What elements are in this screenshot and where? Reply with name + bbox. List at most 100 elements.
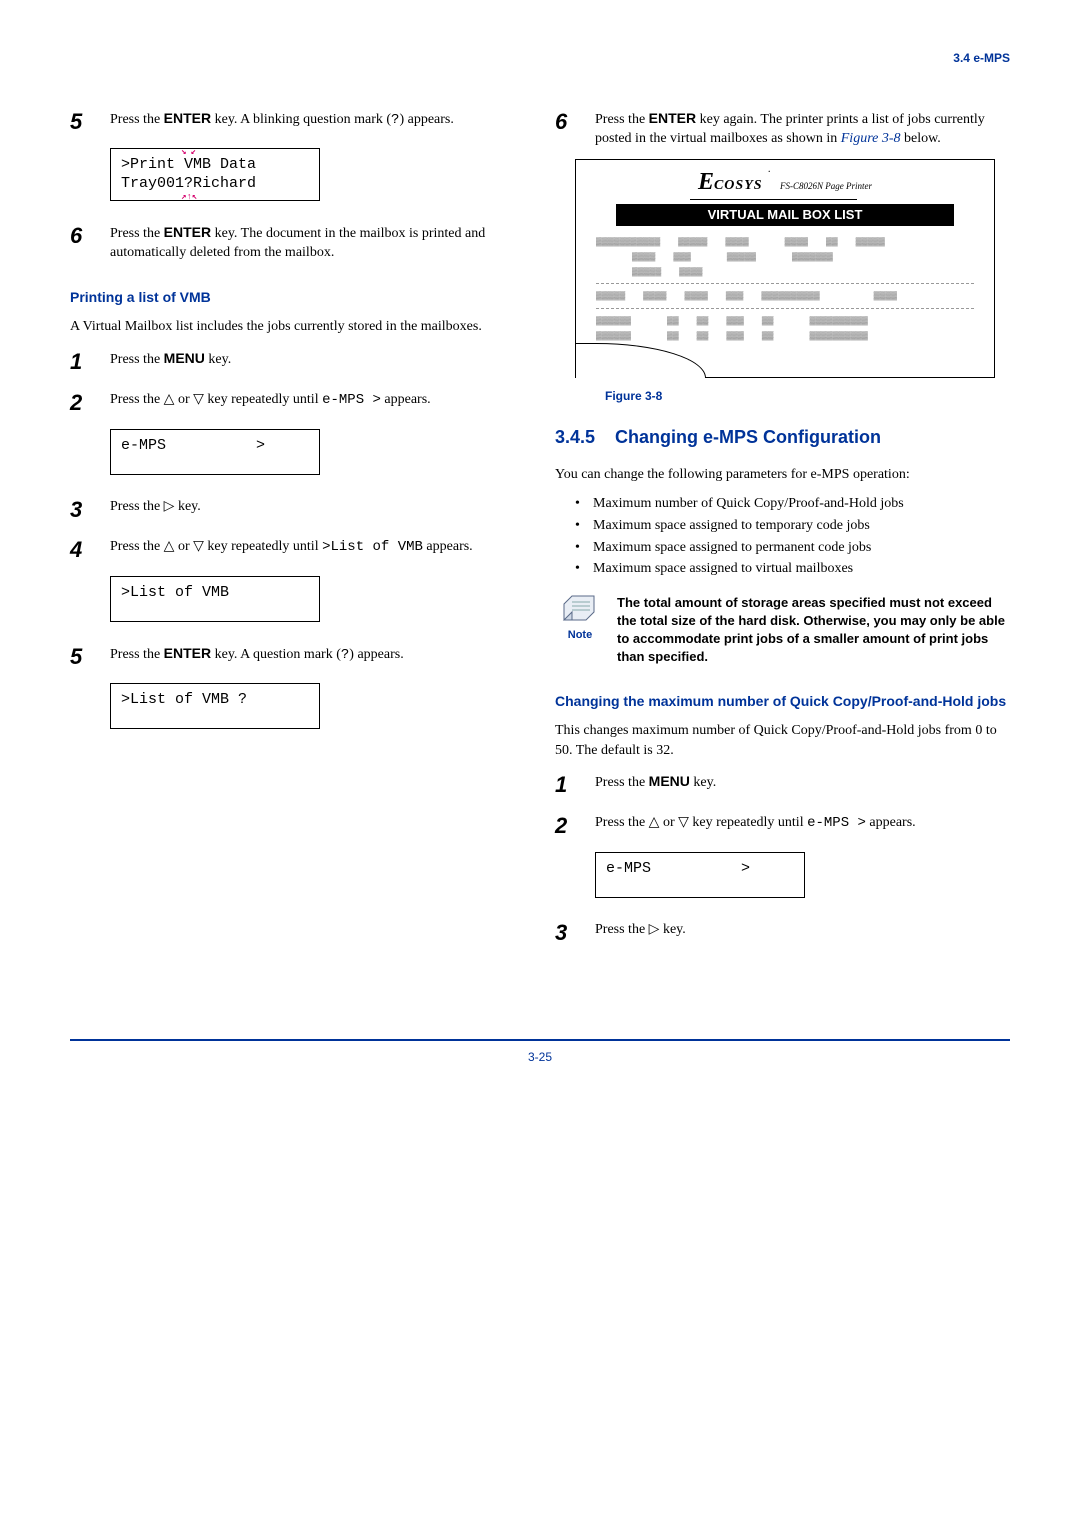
two-column-layout: 5 Press the ENTER key. A blinking questi… <box>70 107 1010 959</box>
lcd-char: V <box>184 156 193 173</box>
text: or <box>174 539 193 554</box>
text: key. <box>690 775 716 790</box>
step-number: 2 <box>70 388 110 419</box>
step-number: 1 <box>70 347 110 378</box>
note-block: Note The total amount of storage areas s… <box>555 594 1010 667</box>
step-number: 2 <box>555 811 595 842</box>
step-3: 3 Press the ▷ key. <box>70 495 525 526</box>
key-name: ENTER <box>164 645 211 661</box>
lcd-line2b: Richard <box>193 175 256 192</box>
triangle-right-icon: ▷ <box>164 497 175 517</box>
heading-3-4-5: 3.4.5 Changing e-MPS Configuration <box>555 425 1010 450</box>
step-5b: 5 Press the ENTER key. A question mark (… <box>70 642 525 673</box>
key-name: ENTER <box>164 110 211 126</box>
figure-3-8: ECOSYS. FS-C8026N Page Printer VIRTUAL M… <box>575 159 995 378</box>
right-column: 6 Press the ENTER key again. The printer… <box>555 107 1010 959</box>
triangle-up-icon: △ <box>649 813 660 833</box>
text: key. <box>659 922 685 937</box>
text: key. <box>174 499 200 514</box>
step-text: Press the ENTER key. A blinking question… <box>110 107 454 131</box>
brand-e: E <box>698 169 714 195</box>
note-icon-wrap: Note <box>555 594 605 643</box>
text: below. <box>901 131 941 146</box>
step-6: 6 Press the ENTER key. The document in t… <box>70 221 525 263</box>
text: ) appears. <box>399 112 453 127</box>
key-name: ENTER <box>164 224 211 240</box>
step-3c: 3 Press the ▷ key. <box>555 918 1010 949</box>
text: appears. <box>423 539 473 554</box>
text: Press the <box>110 352 164 367</box>
heading-number: 3.4.5 <box>555 425 595 450</box>
step-text: Press the MENU key. <box>110 347 231 370</box>
text: appears. <box>381 392 431 407</box>
triangle-down-icon: ▽ <box>678 813 689 833</box>
key-name: ENTER <box>649 110 696 126</box>
lcd-display: >Print ↘↙VMB Data Tray001?↗↑↖Richard <box>110 148 320 201</box>
note-text: The total amount of storage areas specif… <box>617 594 1010 667</box>
text: Press the <box>110 499 164 514</box>
text: key. A question mark ( <box>211 647 341 662</box>
step-number: 6 <box>70 221 110 252</box>
figure-title-bar: VIRTUAL MAIL BOX LIST <box>616 204 954 226</box>
lcd-line1b: MB Data <box>193 156 256 173</box>
figure-header: ECOSYS. FS-C8026N Page Printer <box>576 160 994 200</box>
paragraph: You can change the following parameters … <box>555 465 1010 485</box>
lcd-line2a: Tray001 <box>121 175 184 192</box>
mono-text: >List of VMB <box>322 539 423 555</box>
step-2: 2 Press the △ or ▽ key repeatedly until … <box>70 388 525 419</box>
lcd-char: ? <box>184 175 193 192</box>
step-1c: 1 Press the MENU key. <box>555 770 1010 801</box>
step-number: 5 <box>70 107 110 138</box>
page-footer: 3-25 <box>70 1039 1010 1066</box>
step-number: 4 <box>70 535 110 566</box>
page-header-section: 3.4 e-MPS <box>70 50 1010 67</box>
figure-link[interactable]: Figure 3-8 <box>841 131 901 146</box>
step-number: 3 <box>555 918 595 949</box>
step-text: Press the MENU key. <box>595 770 716 793</box>
step-text: Press the △ or ▽ key repeatedly until e-… <box>110 388 431 411</box>
blink-arrows-icon: ↗↑↖ <box>181 195 196 199</box>
text: Press the <box>110 392 164 407</box>
text: key. <box>205 352 231 367</box>
lcd-display: e-MPS > <box>110 429 320 475</box>
figure-content: ▓▓▓▓▓▓▓▓▓▓▓▓▓▓▓▓▓▓▓▓ ▓▓▓▓▓▓▓▓▓▓▓ ▓▓▓▓▓▓▓… <box>576 230 994 347</box>
key-name: MENU <box>649 773 690 789</box>
printer-model: FS-C8026N Page Printer <box>780 180 872 193</box>
text: key repeatedly until <box>689 815 807 830</box>
triangle-right-icon: ▷ <box>649 920 660 940</box>
step-text: Press the △ or ▽ key repeatedly until e-… <box>595 811 916 834</box>
text: Press the <box>110 112 164 127</box>
text: key. A blinking question mark ( <box>211 112 391 127</box>
step-text: Press the △ or ▽ key repeatedly until >L… <box>110 535 473 558</box>
lcd-display: >List of VMB <box>110 576 320 622</box>
heading-quick-copy: Changing the maximum number of Quick Cop… <box>555 692 1010 712</box>
left-column: 5 Press the ENTER key. A blinking questi… <box>70 107 525 959</box>
triangle-up-icon: △ <box>164 537 175 557</box>
text: Press the <box>595 775 649 790</box>
step-text: Press the ENTER key. The document in the… <box>110 221 525 263</box>
step-4: 4 Press the △ or ▽ key repeatedly until … <box>70 535 525 566</box>
list-item: Maximum number of Quick Copy/Proof-and-H… <box>575 494 1010 514</box>
step-1: 1 Press the MENU key. <box>70 347 525 378</box>
triangle-up-icon: △ <box>164 390 175 410</box>
note-label: Note <box>555 628 605 643</box>
key-name: MENU <box>164 350 205 366</box>
step-number: 1 <box>555 770 595 801</box>
triangle-down-icon: ▽ <box>193 390 204 410</box>
text: Press the <box>595 922 649 937</box>
step-number: 5 <box>70 642 110 673</box>
text: Press the <box>595 112 649 127</box>
lcd-display: >List of VMB ? <box>110 683 320 729</box>
step-text: Press the ENTER key. A question mark (?)… <box>110 642 404 666</box>
blink-char: ↘↙V <box>184 155 193 175</box>
heading-printing-vmb: Printing a list of VMB <box>70 288 525 308</box>
step-2c: 2 Press the △ or ▽ key repeatedly until … <box>555 811 1010 842</box>
triangle-down-icon: ▽ <box>193 537 204 557</box>
figure-caption: Figure 3-8 <box>605 388 1010 405</box>
list-item: Maximum space assigned to permanent code… <box>575 538 1010 558</box>
note-icon <box>560 594 600 626</box>
step-number: 6 <box>555 107 595 138</box>
step-text: Press the ▷ key. <box>110 495 201 517</box>
mono-text: e-MPS > <box>322 392 381 408</box>
text: key repeatedly until <box>204 539 322 554</box>
